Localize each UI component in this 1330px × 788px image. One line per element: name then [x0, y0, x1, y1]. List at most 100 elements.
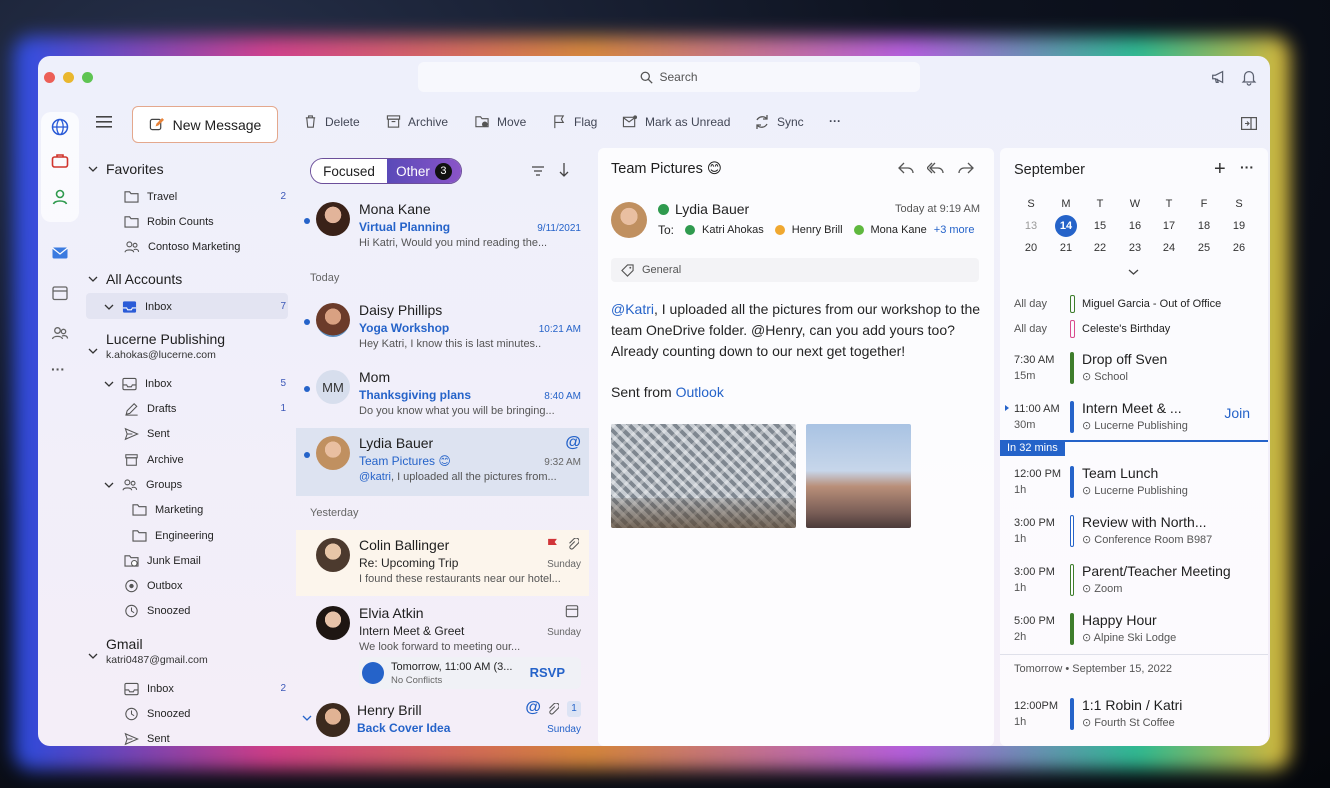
calendar-day[interactable]: 18 [1194, 220, 1214, 232]
filter-icon[interactable] [531, 165, 545, 177]
other-tab[interactable]: Other 3 [387, 159, 461, 183]
folder-groups[interactable]: Groups [104, 478, 182, 492]
mail-icon[interactable] [51, 244, 69, 262]
calendar-event[interactable]: 3:00 PM 1h Parent/Teacher Meeting ⊙ Zoom [1000, 562, 1268, 606]
folder-icon [124, 216, 139, 228]
more-apps-icon[interactable]: ··· [51, 362, 69, 382]
person-icon[interactable] [51, 188, 69, 206]
calendar-day[interactable]: 13 [1021, 220, 1041, 232]
list-item[interactable]: Colin Ballinger Re: Upcoming Trip Sunday… [296, 530, 589, 596]
calendar-day[interactable]: 16 [1125, 220, 1145, 232]
mark-unread-button[interactable]: Mark as Unread [622, 114, 730, 129]
folder-marketing[interactable]: Marketing [132, 503, 203, 516]
folder-gmail-inbox[interactable]: Inbox [124, 682, 174, 696]
bell-icon[interactable] [1240, 68, 1258, 86]
calendar-event[interactable]: 12:00 PM 1h Team Lunch ⊙ Lucerne Publishi… [1000, 464, 1268, 508]
forward-icon[interactable] [958, 161, 974, 175]
folder-contoso-marketing[interactable]: Contoso Marketing [124, 240, 240, 254]
event-color-bar [1070, 466, 1074, 498]
folder-all-inbox[interactable]: Inbox [104, 300, 172, 314]
calendar-day[interactable]: 23 [1125, 242, 1145, 254]
recipient[interactable]: Mona Kane [871, 224, 927, 236]
account-gmail-header[interactable]: Gmail [88, 636, 143, 652]
folder-travel[interactable]: Travel [124, 190, 177, 203]
list-item[interactable]: Daisy Phillips Yoga Workshop 10:21 AM He… [296, 295, 589, 361]
list-item[interactable]: Elvia Atkin Intern Meet & Greet Sunday W… [296, 598, 589, 690]
calendar-day[interactable]: 24 [1159, 242, 1179, 254]
calendar-day[interactable]: 20 [1021, 242, 1041, 254]
new-message-button[interactable]: New Message [132, 106, 278, 143]
folder-sent[interactable]: Sent [124, 427, 170, 441]
list-item-selected[interactable]: Lydia Bauer @ Team Pictures 😊 9:32 AM @k… [296, 428, 589, 496]
delete-button[interactable]: Delete [303, 114, 360, 129]
account-lucerne-header[interactable]: Lucerne Publishing [88, 331, 225, 347]
globe-icon[interactable] [51, 118, 69, 136]
reply-icon[interactable] [898, 161, 914, 175]
add-event-icon[interactable]: + [1214, 159, 1226, 179]
outlook-link[interactable]: Outlook [676, 384, 724, 400]
all-accounts-header[interactable]: All Accounts [88, 271, 182, 287]
recipient[interactable]: Katri Ahokas [702, 224, 764, 236]
join-button[interactable]: Join [1224, 405, 1250, 421]
more-recipients-link[interactable]: +3 more [934, 224, 975, 236]
sort-arrow-icon[interactable] [558, 162, 570, 178]
list-item[interactable]: MM Mom Thanksgiving plans 8:40 AM Do you… [296, 362, 589, 428]
calendar-day[interactable]: 25 [1194, 242, 1214, 254]
calendar-day[interactable]: 26 [1229, 242, 1249, 254]
folder-count: 7 [280, 301, 286, 312]
hamburger-icon[interactable] [96, 115, 112, 129]
allday-event[interactable]: Celeste's Birthday [1082, 323, 1170, 335]
more-actions-button[interactable]: ··· [829, 114, 841, 128]
favorites-header[interactable]: Favorites [88, 161, 164, 177]
calendar-event[interactable]: 12:00PM 1h 1:1 Robin / Katri ⊙ Fourth St … [1000, 696, 1268, 740]
search-box[interactable]: Search [418, 62, 920, 92]
archive-button[interactable]: Archive [386, 114, 448, 129]
attachment-image-architecture[interactable] [611, 424, 796, 528]
allday-event[interactable]: Miguel Garcia - Out of Office [1082, 298, 1221, 310]
sender[interactable]: Lydia Bauer [658, 201, 749, 217]
collapse-pane-icon[interactable] [1241, 117, 1257, 130]
recipient[interactable]: Henry Brill [792, 224, 843, 236]
calendar-event[interactable]: 3:00 PM 1h Review with North... ⊙ Confere… [1000, 513, 1268, 557]
group-header-yesterday: Yesterday [310, 507, 359, 519]
calendar-day-today[interactable]: 14 [1056, 220, 1076, 232]
calendar-day[interactable]: 19 [1229, 220, 1249, 232]
folder-gmail-sent[interactable]: Sent [124, 732, 170, 746]
rsvp-button[interactable]: RSVP [530, 665, 565, 680]
zoom-window-button[interactable] [82, 72, 93, 83]
folder-junk-email[interactable]: Junk Email [124, 554, 201, 567]
attachment-image-city[interactable] [806, 424, 911, 528]
close-window-button[interactable] [44, 72, 55, 83]
calendar-event[interactable]: 5:00 PM 2h Happy Hour ⊙ Alpine Ski Lodge [1000, 611, 1268, 655]
briefcase-icon[interactable] [51, 152, 69, 170]
folder-outbox[interactable]: Outbox [124, 579, 182, 593]
megaphone-icon[interactable] [1210, 68, 1228, 86]
calendar-day[interactable]: 21 [1056, 242, 1076, 254]
folder-robin-counts[interactable]: Robin Counts [124, 215, 214, 228]
calendar-event[interactable]: 11:00 AM 30m Intern Meet & ... ⊙ Lucerne … [1000, 399, 1268, 443]
people-icon[interactable] [51, 324, 69, 342]
calendar-day[interactable]: 22 [1090, 242, 1110, 254]
calendar-more-icon[interactable]: ··· [1240, 159, 1254, 175]
sync-button[interactable]: Sync [754, 114, 804, 130]
chevron-down-icon[interactable] [1128, 268, 1139, 276]
folder-gmail-snoozed[interactable]: Snoozed [124, 707, 190, 721]
list-item[interactable]: Mona Kane Virtual Planning 9/11/2021 Hi … [296, 194, 589, 260]
calendar-day[interactable]: 15 [1090, 220, 1110, 232]
category-bar[interactable]: General [611, 258, 979, 282]
focused-tab[interactable]: Focused [311, 159, 387, 183]
reply-all-icon[interactable] [927, 161, 945, 175]
move-button[interactable]: Move [474, 114, 526, 129]
calendar-event[interactable]: 7:30 AM 15m Drop off Sven ⊙ School [1000, 350, 1268, 394]
folder-snoozed[interactable]: Snoozed [124, 604, 190, 618]
folder-drafts[interactable]: Drafts [124, 402, 176, 416]
flag-button[interactable]: Flag [552, 114, 597, 129]
mention-link[interactable]: @Katri [611, 301, 654, 317]
minimize-window-button[interactable] [63, 72, 74, 83]
calendar-icon[interactable] [51, 284, 69, 302]
folder-engineering[interactable]: Engineering [132, 529, 214, 542]
folder-lucerne-inbox[interactable]: Inbox [104, 377, 172, 391]
calendar-day[interactable]: 17 [1159, 220, 1179, 232]
list-item[interactable]: Henry Brill @ 1 Back Cover Idea Sunday [296, 695, 589, 746]
folder-archive[interactable]: Archive [124, 453, 184, 467]
